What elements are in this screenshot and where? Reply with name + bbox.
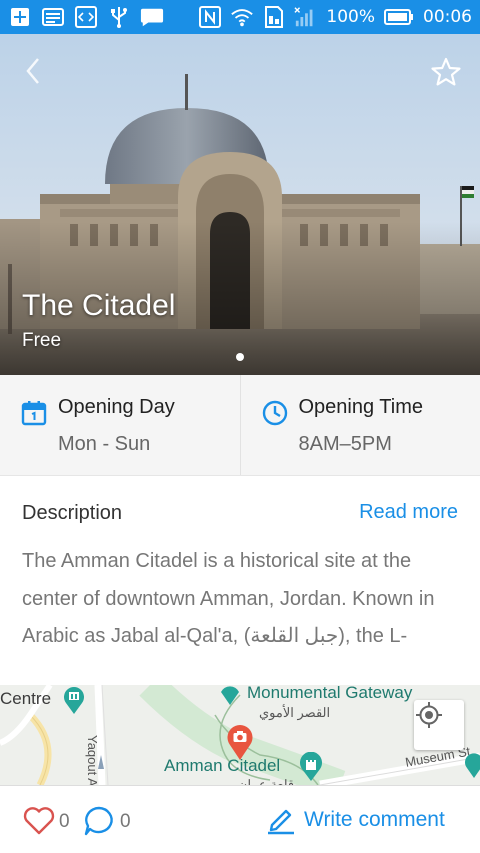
citadel-poi-icon[interactable]: [298, 752, 324, 782]
favorite-button[interactable]: [430, 56, 462, 88]
pencil-icon: [268, 809, 294, 835]
code-icon: [74, 6, 98, 28]
status-bar-system: 100% 00:06: [198, 6, 472, 28]
opening-time-value: 8AM–5PM: [298, 433, 392, 455]
hero-image[interactable]: The Citadel Free: [0, 34, 480, 375]
description-section: Description Read more The Amman Citadel …: [0, 476, 480, 685]
crosshair-icon: [416, 702, 442, 728]
opening-day-label: Opening Day: [58, 396, 175, 418]
battery-icon: [383, 6, 415, 28]
citadel-photo: [0, 34, 480, 375]
status-bar-notifications: [8, 6, 164, 28]
sim-icon: [262, 6, 286, 28]
image-icon: [41, 6, 65, 28]
star-icon: [431, 57, 461, 86]
status-bar: 100% 00:06: [0, 0, 480, 34]
description-heading: Description: [22, 502, 123, 524]
write-comment-button[interactable]: Write comment: [266, 803, 445, 837]
battery-percent: 100%: [326, 7, 375, 27]
like-heart-icon[interactable]: [22, 806, 56, 836]
chevron-left-icon: [26, 58, 39, 84]
map-label-monumental-gateway: Monumental Gateway: [247, 685, 413, 702]
map-label-yaqout-street: Yaqout Al-Har: [85, 735, 100, 785]
comment-bubble-icon[interactable]: [83, 805, 115, 837]
add-icon: [8, 6, 32, 28]
nfc-icon: [198, 6, 222, 28]
description-text: The Amman Citadel is a historical site a…: [22, 550, 435, 647]
place-title: The Citadel: [22, 289, 176, 322]
wifi-icon: [230, 6, 254, 28]
map-label-amman-citadel: Amman Citadel: [164, 756, 281, 775]
map-label-centre: Centre: [0, 689, 52, 708]
opening-info: Opening Day Mon - Sun Opening Time 8AM–5…: [0, 375, 480, 476]
gateway-poi-icon[interactable]: [218, 685, 242, 707]
admission-price: Free: [22, 330, 62, 351]
write-comment-label: Write comment: [304, 808, 445, 831]
opening-time-cell: Opening Time 8AM–5PM: [239, 375, 480, 475]
like-count: 0: [59, 811, 70, 832]
usb-icon: [107, 6, 131, 28]
calendar-icon: [21, 401, 47, 426]
opening-day-value: Mon - Sun: [58, 433, 151, 455]
back-button[interactable]: [18, 54, 48, 88]
location-map[interactable]: Centre Monumental Gateway القصر الأموي Y…: [0, 685, 480, 785]
comment-count: 0: [120, 811, 131, 832]
page-indicator-dot: [236, 353, 244, 361]
opening-time-label: Opening Time: [298, 396, 424, 418]
signal-icon: [294, 6, 318, 28]
opening-day-cell: Opening Day Mon - Sun: [0, 375, 240, 475]
read-more-link[interactable]: Read more: [359, 501, 458, 524]
clock-icon: [262, 400, 287, 426]
museum-poi-icon[interactable]: [62, 685, 86, 715]
my-location-button[interactable]: [414, 700, 464, 750]
map-label-monumental-gateway-arabic: القصر الأموي: [259, 705, 331, 720]
map-poi-edge-icon[interactable]: [464, 753, 480, 779]
bottom-action-bar: 0 0 Write comment: [0, 785, 480, 853]
map-label-amman-citadel-arabic: قلعة عمان: [238, 777, 295, 785]
chat-icon: [140, 6, 164, 28]
clock-time: 00:06: [423, 7, 472, 27]
